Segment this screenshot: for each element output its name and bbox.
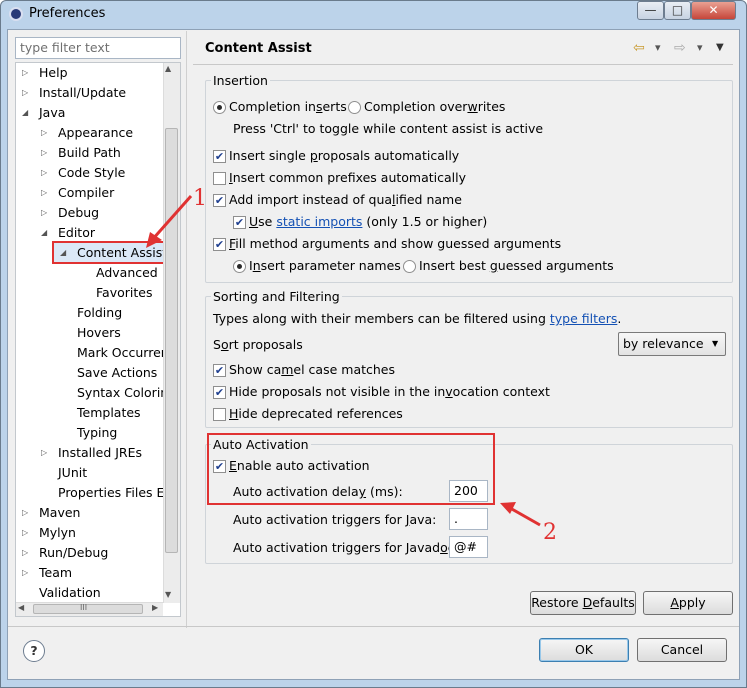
annotation-arrowhead-1 xyxy=(146,232,162,248)
annotation-arrowhead-2 xyxy=(500,502,516,514)
annotation-number-1: 1 xyxy=(193,186,207,211)
annotation-arrow-1 xyxy=(150,195,193,241)
annotation-number-2: 2 xyxy=(543,520,557,545)
annotation-arrow-2 xyxy=(509,506,541,527)
annotation-arrows xyxy=(146,195,541,527)
